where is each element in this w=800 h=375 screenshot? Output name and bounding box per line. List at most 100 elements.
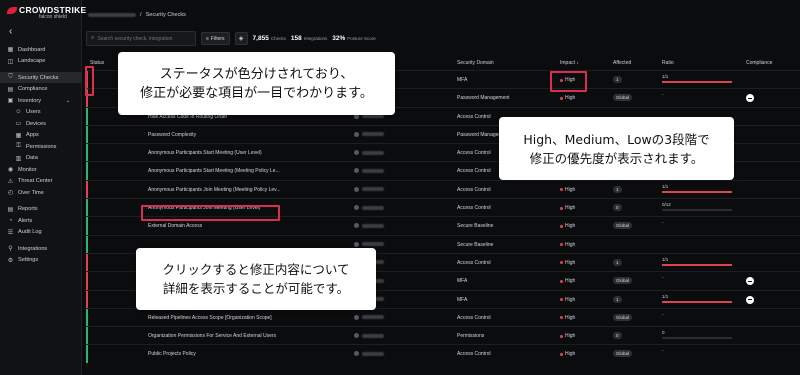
status-bar bbox=[86, 162, 88, 180]
status-bar bbox=[86, 253, 88, 272]
search-input[interactable] bbox=[97, 35, 193, 42]
back-arrow-icon[interactable]: ‹ bbox=[9, 26, 12, 37]
sidebar-item-over-time[interactable]: ◴ Over Time bbox=[0, 187, 82, 198]
integration-name bbox=[362, 150, 384, 155]
integration-cell bbox=[354, 205, 384, 211]
integration-name bbox=[362, 351, 384, 356]
integration-cell bbox=[354, 223, 384, 229]
check-name[interactable]: Organization Permissions For Service And… bbox=[148, 333, 276, 339]
impact-badge: High bbox=[560, 351, 575, 357]
status-bar bbox=[86, 290, 88, 308]
header-impact[interactable]: Impact ↓ bbox=[560, 60, 579, 66]
ratio-text: - bbox=[662, 348, 664, 354]
ratio-cell: - bbox=[662, 275, 664, 280]
sidebar-item-integrations[interactable]: ⚲ Integrations bbox=[0, 243, 82, 254]
grid-icon: ▦ bbox=[7, 47, 14, 53]
checks-count: 7,855 bbox=[252, 35, 269, 42]
table-row[interactable]: Organization Permissions For Service And… bbox=[86, 326, 800, 345]
sidebar-item-users[interactable]: ☺ Users bbox=[0, 107, 82, 118]
callout-line: 詳細を表示することが可能です。 bbox=[162, 281, 350, 296]
impact-label: High bbox=[565, 205, 576, 212]
sidebar-item-reports[interactable]: ▤ Reports bbox=[0, 204, 82, 215]
ratio-fill bbox=[662, 300, 732, 303]
compliance-minus-icon[interactable] bbox=[746, 295, 754, 304]
sidebar-item-landscape[interactable]: ◫ Landscape bbox=[0, 56, 82, 67]
table-row[interactable]: Anonymous Participants Join Meeting (Mee… bbox=[86, 179, 800, 199]
compliance-minus-icon[interactable] bbox=[746, 94, 754, 103]
integration-cell bbox=[354, 241, 384, 247]
data-icon: ▥ bbox=[15, 155, 22, 162]
security-domain: Access Control bbox=[457, 351, 491, 358]
chevron-down-icon[interactable]: ⌄ bbox=[66, 98, 70, 104]
impact-dot bbox=[560, 261, 563, 265]
sidebar-item-dashboard[interactable]: ▦ Dashboard bbox=[0, 44, 82, 55]
header-compliance[interactable]: Compliance bbox=[746, 60, 772, 66]
sidebar-item-alerts[interactable]: ◔ Alerts bbox=[0, 215, 82, 226]
impact-dot bbox=[560, 206, 563, 210]
impact-badge: High bbox=[560, 205, 575, 211]
status-bar bbox=[86, 180, 88, 199]
check-name[interactable]: Anonymous Participants Join Meeting (Mee… bbox=[148, 187, 280, 193]
impact-label: High bbox=[565, 351, 576, 358]
check-name[interactable]: Released Pipelines Access Scope [Organiz… bbox=[148, 315, 272, 321]
security-domain: Password Management bbox=[457, 95, 510, 102]
posture-label: Posture Score bbox=[347, 36, 376, 41]
sidebar-item-compliance[interactable]: ▤ Compliance bbox=[0, 84, 82, 95]
sidebar-item-devices[interactable]: ▭ Devices bbox=[0, 118, 82, 129]
sidebar-item-label: Threat Center bbox=[18, 178, 53, 184]
check-name[interactable]: Password Complexity bbox=[148, 132, 196, 138]
ratio-fill bbox=[662, 81, 732, 83]
compliance-minus-icon[interactable] bbox=[746, 277, 754, 286]
check-name[interactable]: Anonymous Participants Start Meeting (Me… bbox=[148, 168, 280, 174]
header-security-domain[interactable]: Security Domain bbox=[457, 60, 494, 66]
integration-cell bbox=[354, 168, 384, 174]
check-name[interactable]: External Domain Access bbox=[148, 223, 202, 229]
ratio-text: 1/1 bbox=[662, 256, 669, 262]
check-name[interactable]: Public Projects Policy bbox=[148, 351, 196, 357]
sidebar-item-label: Landscape bbox=[18, 58, 46, 64]
ratio-cell: 1/1 bbox=[662, 74, 732, 83]
impact-label: High bbox=[565, 95, 576, 102]
header-ratio[interactable]: Ratio bbox=[662, 60, 674, 66]
sidebar-item-monitor[interactable]: ◉ Monitor bbox=[0, 164, 82, 175]
integration-name bbox=[362, 333, 384, 338]
sidebar-item-label: Over Time bbox=[18, 189, 44, 196]
search-box[interactable]: ⌕ bbox=[86, 31, 196, 46]
affected-count: 0 bbox=[613, 204, 622, 212]
sidebar-item-audit-log[interactable]: ☰ Audit Log bbox=[0, 227, 82, 238]
status-bar bbox=[86, 144, 88, 162]
sidebar-item-threat-center[interactable]: ⚠ Threat Center bbox=[0, 176, 82, 187]
sidebar-item-label: Apps bbox=[26, 132, 39, 138]
impact-dot bbox=[560, 334, 563, 338]
security-domain: MFA bbox=[457, 278, 468, 285]
impact-badge: High bbox=[560, 260, 575, 266]
sidebar-item-label: Compliance bbox=[18, 86, 48, 92]
check-name[interactable]: Anonymous Participants Start Meeting (Us… bbox=[148, 150, 262, 156]
sidebar-item-label: Users bbox=[26, 109, 41, 115]
row-name-highlight bbox=[141, 205, 280, 221]
header-affected[interactable]: Affected bbox=[613, 60, 631, 66]
security-domain: Secure Baseline bbox=[457, 241, 494, 248]
table-row[interactable]: Released Pipelines Access Scope [Organiz… bbox=[86, 307, 800, 327]
layers-toggle-button[interactable]: ◈ bbox=[234, 32, 248, 45]
filters-button[interactable]: ≡ Filters bbox=[201, 32, 230, 45]
integration-icon bbox=[354, 333, 359, 339]
integration-cell bbox=[354, 186, 384, 192]
sidebar-item-data[interactable]: ▥ Data bbox=[0, 153, 82, 164]
integration-cell bbox=[354, 131, 384, 137]
table-row[interactable]: Public Projects Policy Access Control High… bbox=[86, 344, 800, 363]
sidebar-item-settings[interactable]: ⚙ Settings bbox=[0, 255, 82, 266]
sidebar-item-apps[interactable]: ▦ Apps bbox=[0, 130, 82, 141]
impact-dot bbox=[560, 188, 563, 192]
callout-line: ステータスが色分けされており、 bbox=[159, 66, 354, 82]
breadcrumb-parent[interactable] bbox=[88, 13, 136, 17]
breadcrumb: / Security Checks bbox=[88, 12, 186, 18]
sidebar-item-inventory[interactable]: ▣ Inventory ⌄ bbox=[0, 95, 82, 106]
breadcrumb-separator: / bbox=[140, 12, 142, 18]
sidebar-item-permissions[interactable]: ⚿ Permissions bbox=[0, 141, 82, 152]
sidebar-item-security-checks[interactable]: ⛉ Security Checks bbox=[0, 72, 82, 83]
impact-badge: High bbox=[560, 187, 575, 193]
callout-line: 修正が必要な項目が一目でわかります。 bbox=[140, 85, 373, 101]
ratio-text: - bbox=[662, 220, 664, 226]
status-bar bbox=[86, 217, 88, 235]
